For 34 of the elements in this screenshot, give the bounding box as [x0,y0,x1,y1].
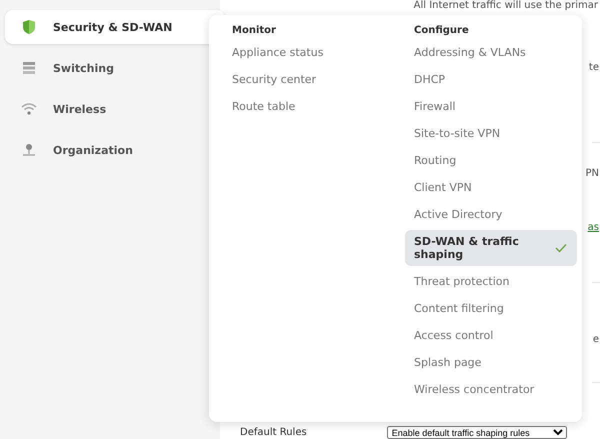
menu-item[interactable]: Wireless concentrator [405,376,577,403]
link[interactable]: as [588,222,599,233]
menu-item[interactable]: Client VPN [405,174,577,201]
text-fragment: e [592,334,599,345]
network-node-icon [21,142,37,158]
menu-item[interactable]: Addressing & VLANs [405,39,577,66]
description-text: All Internet traffic will use the primar [414,0,598,11]
menu-item[interactable]: Appliance status [223,39,405,66]
menu-item[interactable]: SD-WAN & traffic shaping [405,230,577,266]
column-heading: Configure [413,25,470,38]
wifi-icon [21,101,37,117]
check-icon [555,243,567,253]
server-stack-icon [21,60,37,76]
menu-item[interactable]: Active Directory [405,201,577,228]
menu-item[interactable]: Routing [405,147,577,174]
field-label: Default Rules [240,427,307,438]
text-fragment: PN [585,168,599,179]
sidebar-item[interactable]: Security & SD-WAN [5,10,225,44]
menu-item[interactable]: Firewall [405,93,577,120]
menu-item[interactable]: Site-to-site VPN [405,120,577,147]
menu-item[interactable]: Security center [223,66,405,93]
menu-item[interactable]: DHCP [405,66,577,93]
sidebar-item[interactable]: Organization [5,133,225,167]
menu-item[interactable]: Content filtering [405,295,577,322]
text-fragment: te [588,62,599,73]
rules-dropdown[interactable]: Enable default traffic shaping rules [386,426,567,439]
menu-item[interactable]: Route table [223,93,405,120]
menu-item[interactable]: Threat protection [405,268,577,295]
shield-icon [21,19,37,35]
sidebar-item[interactable]: Wireless [5,92,225,126]
menu-item[interactable]: Splash page [405,349,577,376]
sidebar-item[interactable]: Switching [5,51,225,85]
menu-item[interactable]: Access control [405,322,577,349]
column-heading: Monitor [231,25,277,38]
